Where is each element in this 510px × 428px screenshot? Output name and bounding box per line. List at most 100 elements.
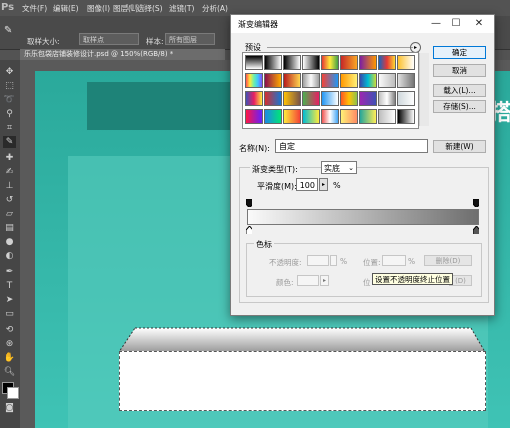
document-tab[interactable]: 乐乐包袋店铺装修设计.psd @ 150%(RGB/8) *: [20, 49, 225, 60]
crop-tool-icon[interactable]: ⌗: [3, 122, 16, 134]
gradient-preset-swatch[interactable]: [340, 109, 358, 124]
smoothness-input[interactable]: 100: [296, 178, 318, 191]
save-button[interactable]: 存储(S)...: [433, 100, 486, 113]
stops-group: [246, 243, 482, 297]
lasso-tool-icon[interactable]: ➰: [3, 94, 16, 106]
gradient-preview-bar[interactable]: [247, 209, 479, 225]
color-stop-right[interactable]: [473, 226, 479, 234]
type-tool-icon[interactable]: T: [3, 280, 16, 292]
opacity-label: 不透明度:: [269, 258, 302, 267]
eyedropper-icon[interactable]: ✎: [4, 25, 12, 36]
location-input[interactable]: [382, 255, 406, 266]
gradient-preset-swatch[interactable]: [245, 55, 263, 70]
gradient-preset-swatch[interactable]: [340, 73, 358, 88]
gradient-preset-swatch[interactable]: [378, 73, 396, 88]
background-color-swatch[interactable]: [7, 387, 19, 399]
gradient-preset-swatch[interactable]: [340, 55, 358, 70]
menu-edit[interactable]: 编辑(E): [53, 3, 79, 14]
gradient-preset-swatch[interactable]: [302, 55, 320, 70]
shape-tool-icon[interactable]: ▭: [3, 308, 16, 320]
gradient-preset-swatch[interactable]: [302, 73, 320, 88]
gradient-preset-swatch[interactable]: [340, 91, 358, 106]
stamp-tool-icon[interactable]: ⊥: [3, 180, 16, 192]
gradient-preset-swatch[interactable]: [321, 91, 339, 106]
heal-tool-icon[interactable]: ✚: [3, 152, 16, 164]
gradient-tool-icon[interactable]: ▤: [3, 222, 16, 234]
color-dropdown-icon[interactable]: ▸: [320, 275, 329, 286]
cancel-button[interactable]: 取消: [433, 64, 486, 77]
sample-label: 样本:: [146, 37, 164, 46]
hand-tool-icon[interactable]: ✋: [3, 352, 16, 364]
name-input[interactable]: 自定: [275, 139, 428, 153]
close-icon[interactable]: ✕: [469, 17, 489, 31]
gradient-preset-swatch[interactable]: [359, 73, 377, 88]
brush-tool-icon[interactable]: ✍: [3, 166, 16, 178]
blur-tool-icon[interactable]: ●: [3, 236, 16, 248]
path-select-icon[interactable]: ➤: [3, 294, 16, 306]
gradient-preset-swatch[interactable]: [321, 55, 339, 70]
gradient-preset-swatch[interactable]: [283, 55, 301, 70]
gradient-preset-swatch[interactable]: [283, 91, 301, 106]
new-button[interactable]: 新建(W): [433, 140, 486, 153]
opacity-stop-left[interactable]: [246, 199, 252, 207]
smoothness-dropdown-icon[interactable]: ▸: [319, 178, 328, 191]
menu-analysis[interactable]: 分析(A): [202, 3, 228, 14]
gradient-preset-swatch[interactable]: [283, 109, 301, 124]
minimize-icon[interactable]: —: [426, 17, 446, 31]
gradient-preset-swatch[interactable]: [397, 73, 415, 88]
3d-orbit-icon[interactable]: ⊛: [3, 338, 16, 350]
tooltip: 设置不透明度终止位置: [372, 273, 453, 285]
gradient-preset-swatch[interactable]: [302, 91, 320, 106]
gradient-preset-swatch[interactable]: [321, 109, 339, 124]
opacity-dropdown-icon[interactable]: [330, 255, 337, 266]
menu-file[interactable]: 文件(F): [22, 3, 47, 14]
zoom-tool-icon[interactable]: 🔍︎: [3, 366, 16, 378]
gradient-preset-swatch[interactable]: [359, 109, 377, 124]
gradient-preset-swatch[interactable]: [302, 109, 320, 124]
gradient-preset-swatch[interactable]: [378, 55, 396, 70]
history-brush-icon[interactable]: ↺: [3, 194, 16, 206]
opacity-input[interactable]: [307, 255, 329, 266]
gradient-preset-swatch[interactable]: [378, 109, 396, 124]
chevron-down-icon: ⌄: [348, 164, 354, 172]
sample-size-select[interactable]: 取样点: [79, 33, 139, 45]
color-swatch-box[interactable]: [297, 275, 319, 286]
gradient-preset-swatch[interactable]: [359, 91, 377, 106]
marquee-tool-icon[interactable]: ⬚: [3, 80, 16, 92]
gradient-preset-swatch[interactable]: [321, 73, 339, 88]
pen-tool-icon[interactable]: ✒: [3, 266, 16, 278]
gradient-preset-swatch[interactable]: [397, 91, 415, 106]
gradient-preset-swatch[interactable]: [264, 109, 282, 124]
dodge-tool-icon[interactable]: ◐: [3, 250, 16, 262]
eyedropper-tool-icon[interactable]: ✎: [3, 136, 16, 148]
move-tool-icon[interactable]: ✥: [3, 66, 16, 78]
color-stop-left[interactable]: [246, 226, 252, 234]
gradient-preset-swatch[interactable]: [264, 91, 282, 106]
delete-button[interactable]: 删除(D): [424, 255, 472, 266]
menu-image[interactable]: 图像(I): [87, 3, 110, 14]
gradient-preset-swatch[interactable]: [264, 55, 282, 70]
gradient-preset-swatch[interactable]: [397, 55, 415, 70]
quick-mask-icon[interactable]: ◙: [3, 402, 16, 414]
ok-button[interactable]: 确定: [433, 46, 486, 59]
gradient-preset-swatch[interactable]: [283, 73, 301, 88]
load-button[interactable]: 载入(L)...: [433, 84, 486, 97]
opacity-stop-right[interactable]: [473, 199, 479, 207]
gradient-type-select[interactable]: 实底 ⌄: [321, 161, 357, 174]
gradient-preset-swatch[interactable]: [264, 73, 282, 88]
menu-filter[interactable]: 滤镜(T): [169, 3, 194, 14]
zoom-level[interactable]: 100%: [125, 3, 146, 12]
gradient-preset-swatch[interactable]: [245, 109, 263, 124]
eraser-tool-icon[interactable]: ▱: [3, 208, 16, 220]
gradient-preset-swatch[interactable]: [378, 91, 396, 106]
gradient-preset-swatch[interactable]: [245, 73, 263, 88]
gradient-preset-swatch[interactable]: [397, 109, 415, 124]
3d-rotate-icon[interactable]: ⟲: [3, 324, 16, 336]
sample-select[interactable]: 所有图层: [165, 33, 215, 45]
gradient-preset-swatch[interactable]: [245, 91, 263, 106]
maximize-icon[interactable]: ☐: [446, 17, 466, 31]
gradient-preset-swatch[interactable]: [359, 55, 377, 70]
quick-select-tool-icon[interactable]: ⚲: [3, 108, 16, 120]
swatch-scrollbar[interactable]: [419, 53, 429, 126]
dialog-title: 渐变编辑器: [238, 20, 278, 29]
